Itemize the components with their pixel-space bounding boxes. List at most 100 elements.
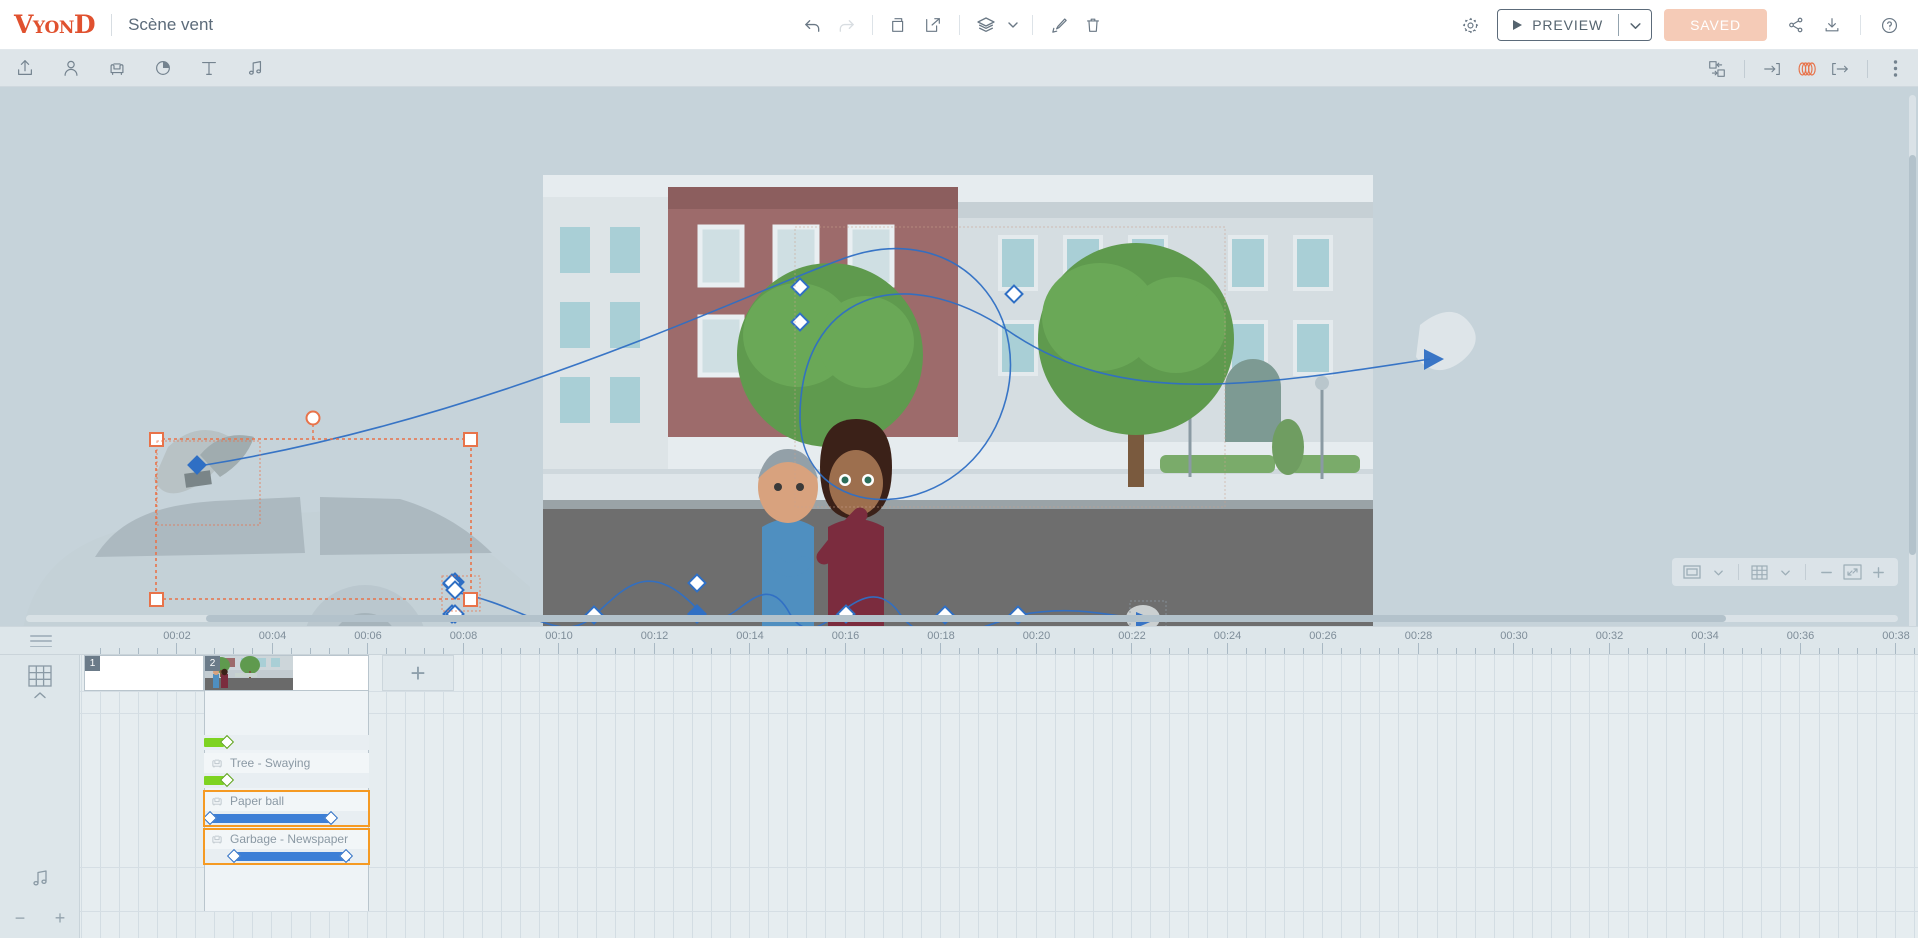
ruler-tick-label: 00:24 [1214,630,1242,642]
timeline-gridline [1876,655,1877,938]
delete-icon[interactable] [1076,8,1110,42]
stage-horizontal-scrollbar[interactable] [26,615,1898,622]
ruler-tick-label: 00:28 [1405,630,1433,642]
timeline-gridline [1570,655,1571,938]
track-label-track-tree-swaying[interactable]: Tree - Swaying [204,753,369,773]
audio-track-icon[interactable] [29,867,51,889]
ruler-tick-major [1227,643,1228,654]
ruler-tick-major [558,643,559,654]
ruler-tick-minor [1112,648,1113,654]
share-icon[interactable] [1779,8,1813,42]
timeline-gridline [1398,655,1399,938]
ruler-tick-label: 00:36 [1787,630,1815,642]
ruler-tick-minor [520,648,521,654]
timeline-ruler[interactable]: 00:0200:0400:0600:0800:1000:1200:1400:16… [0,627,1918,655]
track-label-track-paper-ball[interactable]: Paper ball [204,791,369,811]
timeline-gridline [1093,655,1094,938]
motion-path-icon[interactable] [1791,54,1821,84]
timeline-zoom-controls: − + [0,906,80,930]
scenes-toggle[interactable] [28,665,52,700]
duplicate-icon[interactable] [916,8,950,42]
ruler-tick-minor [1551,648,1552,654]
ruler-tick-minor [405,648,406,654]
timeline-gridline [520,655,521,938]
character-icon[interactable] [56,53,86,83]
exit-effect-icon[interactable] [1825,54,1855,84]
timeline-gridline [1265,655,1266,938]
format-painter-icon[interactable] [1042,8,1076,42]
brand[interactable]: VYOND [0,12,95,37]
ruler-tick-minor [1742,648,1743,654]
zoom-out-icon[interactable] [1814,560,1838,584]
track-label-track-garbage-newspaper[interactable]: Garbage - Newspaper [204,829,369,849]
grid-chevron-icon[interactable] [1773,560,1797,584]
gear-icon[interactable] [1453,8,1487,42]
timeline-zoom-out-button[interactable]: − [8,906,32,930]
redo-icon[interactable] [829,8,863,42]
timeline-gridline [749,655,750,938]
add-scene-button[interactable]: + [382,655,454,691]
ruler-tick-minor [1666,648,1667,654]
timeline-gridline [1819,655,1820,938]
play-icon [1512,19,1523,31]
frame-chevron-icon[interactable] [1706,560,1730,584]
frame-icon[interactable] [1680,560,1704,584]
ruler-tick-label: 00:14 [736,630,764,642]
track-bar-row-track-paper-ball[interactable] [204,811,369,826]
timeline-gridline [1685,655,1686,938]
timeline-gridline [1112,655,1113,938]
upload-icon[interactable] [10,53,40,83]
timeline-zoom-in-button[interactable]: + [48,906,72,930]
anim-divider-1 [1744,60,1745,78]
copy-icon[interactable] [882,8,916,42]
track-duration-bar[interactable] [208,814,334,823]
timeline-gridline [978,655,979,938]
ruler-tick-minor [615,648,616,654]
preview-button[interactable]: PREVIEW [1497,9,1652,41]
ruler-tick-major [176,643,177,654]
track-bar-row-track-garbage-newspaper[interactable] [204,849,369,864]
track-duration-bar[interactable] [232,852,350,861]
grid-icon[interactable] [1747,560,1771,584]
toolbar-divider-2 [959,15,960,35]
stage-vertical-scrollbar[interactable] [1909,95,1916,626]
swap-icon[interactable] [1702,54,1732,84]
ruler-tick-minor [1055,648,1056,654]
scene-title[interactable]: Scène vent [128,15,213,35]
zoom-in-icon[interactable] [1866,560,1890,584]
text-icon[interactable] [194,53,224,83]
fit-screen-icon[interactable] [1840,560,1864,584]
ruler-tick-label: 00:38 [1882,630,1910,642]
ruler-tick-major [1704,643,1705,654]
timeline-tracks[interactable]: 12 + Tree - Swaying Paper ball Garbage - New… [80,655,1918,938]
ruler-tick-minor [501,648,502,654]
scene-card[interactable]: 1 [84,655,204,691]
saved-button[interactable]: SAVED [1664,9,1767,41]
more-options-icon[interactable] [1880,54,1910,84]
timeline-gridline [1857,655,1858,938]
ruler-tick-minor [1494,648,1495,654]
undo-icon[interactable] [795,8,829,42]
ruler-tick-minor [997,648,998,654]
timeline-gridline [81,655,82,938]
audio-icon[interactable] [240,53,270,83]
track-bar-row-track-hidden-top[interactable] [204,735,369,750]
ruler-tick-minor [310,648,311,654]
canvas-ctrl-divider-2 [1805,564,1806,580]
preview-main[interactable]: PREVIEW [1498,10,1618,40]
props-icon[interactable] [102,53,132,83]
help-icon[interactable] [1872,8,1906,42]
preview-chevron-icon[interactable] [1619,10,1651,40]
ruler-tick-major [1800,643,1801,654]
track-bar-row-track-tree-swaying[interactable] [204,773,369,788]
enter-effect-icon[interactable] [1757,54,1787,84]
ruler-tick-minor [195,648,196,654]
layers-chevron-icon[interactable] [1003,8,1023,42]
chart-icon[interactable] [148,53,178,83]
timeline-gridline [386,655,387,938]
scene-card[interactable]: 2 [204,655,369,691]
canvas-stage[interactable] [0,87,1918,626]
download-icon[interactable] [1815,8,1849,42]
timeline-drag-handle[interactable] [30,635,52,647]
layers-icon[interactable] [969,8,1003,42]
